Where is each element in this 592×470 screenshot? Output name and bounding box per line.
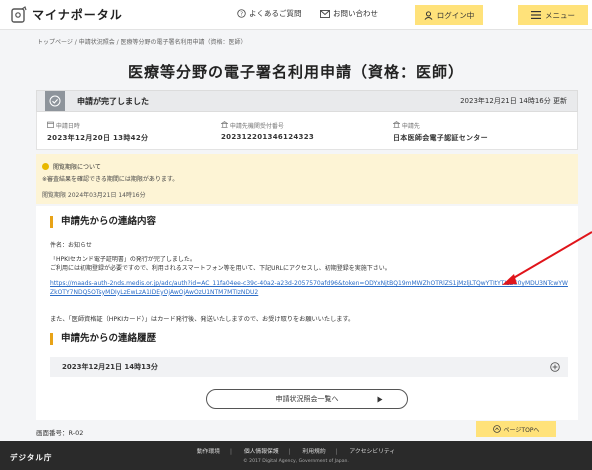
applied-date-block: 申請日時 2023年12月20日 13時42分 <box>47 121 148 143</box>
contact-section-title: 申請先からの連絡内容 <box>50 216 156 228</box>
destination-block: 申請先 日本医師会電子認証センター <box>392 121 488 143</box>
warning-icon <box>42 163 49 170</box>
page-top-button[interactable]: ページTOPへ <box>476 421 556 437</box>
destination-value: 日本医師会電子認証センター <box>393 134 488 142</box>
viewing-deadline-notice: 閲覧期限について ※審査結果を確認できる期間には期限があります。 閲覧期限 20… <box>36 154 578 204</box>
expand-plus-icon[interactable] <box>550 362 560 372</box>
notice-body: ※審査結果を確認できる期間には期限があります。 <box>42 176 179 183</box>
menu-label: メニュー <box>545 10 575 20</box>
contact-history-section: 申請先からの連絡履歴 2023年12月21日 14時13分 申請状況照会一覧へ <box>36 325 578 420</box>
footer-link-terms[interactable]: 利用規約 <box>302 449 325 455</box>
question-icon: ? <box>237 9 246 18</box>
mail-icon <box>320 9 330 18</box>
user-icon <box>424 10 433 20</box>
triangle-right-icon <box>377 396 383 403</box>
mynaportal-logo-icon <box>11 5 27 23</box>
history-item[interactable]: 2023年12月21日 14時13分 <box>50 357 568 377</box>
receipt-number-label: 申請先機関受付番号 <box>229 123 284 130</box>
back-to-status-list-button[interactable]: 申請状況照会一覧へ <box>206 389 408 409</box>
building-icon <box>220 121 229 128</box>
footer-link-accessibility[interactable]: アクセシビリティ <box>349 449 395 455</box>
arrow-up-icon <box>492 425 501 433</box>
back-to-status-list-label: 申請状況照会一覧へ <box>275 395 339 403</box>
message-body-line2: ご利用には初期登録が必要ですので、利用されるスマートフォン等を用いて、下記URL… <box>50 264 391 272</box>
completion-status-bar: 申請が完了しました 2023年12月21日 14時16分 更新 <box>36 90 578 112</box>
building-icon <box>392 121 401 128</box>
message-note: また、「医師資格証（HPKIカード）」はカード発行後、発送いたしますので、お受け… <box>50 316 355 323</box>
site-footer: デジタル庁 動作環境 | 個人情報保護 | 利用規約 | アクセシビリティ © 201… <box>0 441 592 470</box>
hamburger-icon <box>531 11 541 19</box>
menu-button[interactable]: メニュー <box>518 5 588 25</box>
check-circle-icon <box>45 91 65 111</box>
receipt-number-block: 申請先機関受付番号 2023122013461243​23 <box>220 121 315 141</box>
history-section-title: 申請先からの連絡履歴 <box>50 333 156 345</box>
screen-number: 画面番号：R-02 <box>36 429 84 437</box>
message-body: 「HPKIセカンド電子証明書」の発行が完了しました。 ご利用には初期登録が必要で… <box>50 256 570 273</box>
page-title: 医療等分野の電子署名利用申請（資格：医師） <box>127 63 464 81</box>
contact-link[interactable]: お問い合わせ <box>320 8 378 19</box>
application-info-row: 申請日時 2023年12月20日 13時42分 申請先機関受付番号 202312… <box>36 112 578 150</box>
receipt-number-value: 2023122013461243​23 <box>221 133 315 141</box>
applied-date-value: 2023年12月20日 13時42分 <box>47 134 149 142</box>
footer-link-environment[interactable]: 動作環境 <box>197 449 220 455</box>
updated-timestamp: 2023年12月21日 14時16分 更新 <box>460 97 567 105</box>
breadcrumb[interactable]: トップページ / 申請状況照会 / 医療等分野の電子署名利用申請（資格：医師） <box>37 37 247 46</box>
notice-title: 閲覧期限について <box>53 164 101 171</box>
message-subject: 件名：お知らせ <box>50 242 92 249</box>
calendar-icon <box>47 121 54 128</box>
completion-message: 申請が完了しました <box>77 96 149 106</box>
footer-link-privacy[interactable]: 個人情報保護 <box>244 449 279 455</box>
history-item-date: 2023年12月21日 14時13分 <box>62 363 158 371</box>
site-header: マイナポータル ? よくあるご質問 お問い合わせ ログイン中 メニュー <box>0 0 592 30</box>
login-status-button[interactable]: ログイン中 <box>415 5 483 25</box>
svg-text:?: ? <box>240 12 243 18</box>
footer-links: 動作環境 | 個人情報保護 | 利用規約 | アクセシビリティ <box>196 449 396 455</box>
site-logo[interactable]: マイナポータル <box>10 5 123 24</box>
login-label: ログイン中 <box>436 10 475 20</box>
application-summary: 申請が完了しました 2023年12月21日 14時16分 更新 申請日時 202… <box>36 90 578 150</box>
faq-label: よくあるご質問 <box>249 9 302 18</box>
site-logo-text: マイナポータル <box>32 8 123 22</box>
copyright: © 2017 Digital Agency, Government of Jap… <box>243 459 349 464</box>
initial-registration-link[interactable]: https://maads-auth-2nds.medis.or.jp/adc/… <box>50 280 570 297</box>
faq-link[interactable]: ? よくあるご質問 <box>237 8 302 19</box>
page-top-label: ページTOPへ <box>503 426 540 434</box>
applied-date-label: 申請日時 <box>55 123 80 130</box>
message-body-line1: 「HPKIセカンド電子証明書」の発行が完了しました。 <box>50 256 196 263</box>
destination-label: 申請先 <box>401 123 420 130</box>
contact-content-section: 申請先からの連絡内容 件名：お知らせ 「HPKIセカンド電子証明書」の発行が完了… <box>36 206 578 326</box>
contact-label: お問い合わせ <box>333 9 378 18</box>
notice-deadline: 閲覧期限 2024年03月21日 14時16分 <box>42 192 146 199</box>
